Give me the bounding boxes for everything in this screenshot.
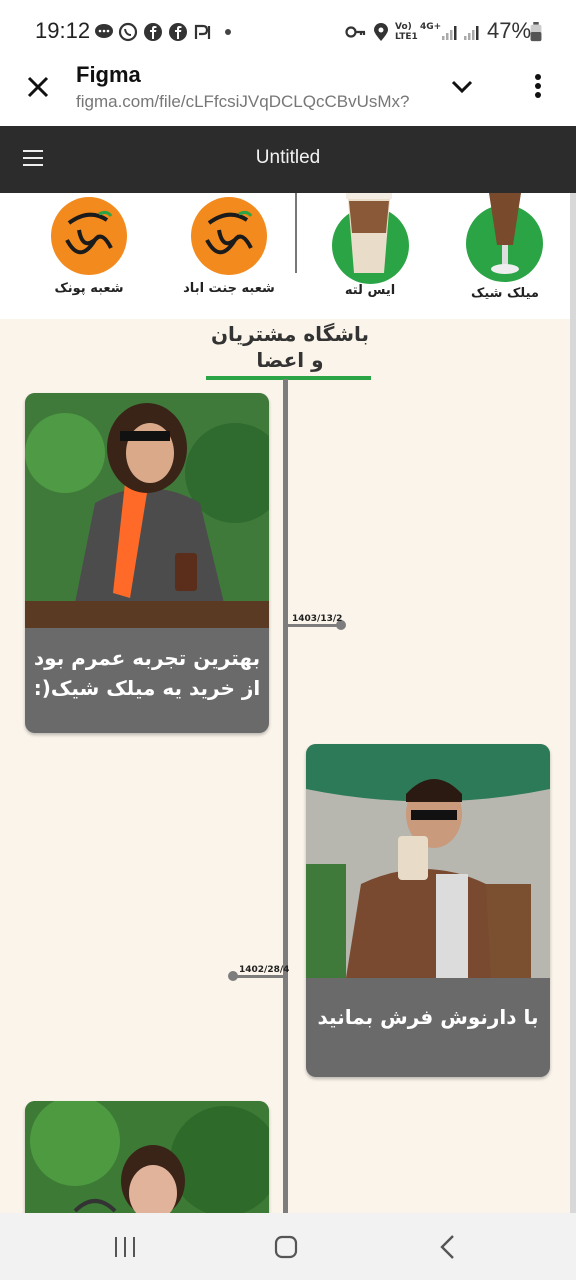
signal-icon xyxy=(464,26,479,40)
timeline-connector xyxy=(286,624,338,627)
branch-pounak-label: شعبه پونک xyxy=(54,281,124,296)
timeline-card[interactable] xyxy=(25,1101,269,1213)
p-notification-icon xyxy=(194,24,211,39)
chat-bubble-icon xyxy=(95,24,113,38)
dot-icon xyxy=(225,29,231,35)
network-label: Vo) LTE1 xyxy=(395,22,418,42)
key-icon xyxy=(345,26,366,38)
browser-url[interactable]: figma.com/file/cLFfcsiJVqDCLQcCBvUsMx? xyxy=(76,92,426,112)
timeline-card-text: بهترین تجربه عمرم بود از خرید یه میلک شی… xyxy=(33,646,261,700)
customer-photo xyxy=(25,393,269,628)
section-title: باشگاه مشتریان و اعضا xyxy=(200,321,380,373)
timeline-dot xyxy=(228,971,238,981)
battery-percent: 47% xyxy=(487,18,532,43)
timeline-date: 1403/13/2 xyxy=(292,614,343,624)
darnoush-logo-icon xyxy=(205,210,253,255)
milkshake-label: میلک شیک xyxy=(471,286,539,301)
facebook-icon xyxy=(144,23,162,41)
branch-janat-abad-label: شعبه جنت اباد xyxy=(183,281,275,296)
more-options-icon[interactable] xyxy=(528,73,548,99)
chevron-down-icon[interactable] xyxy=(450,78,474,96)
status-time: 19:12 xyxy=(35,18,91,43)
vertical-scrollbar[interactable] xyxy=(570,193,576,1213)
timeline-date: 1402/28/4 xyxy=(239,965,290,975)
ice-latte-label: ایس لته xyxy=(344,283,396,298)
home-icon[interactable] xyxy=(274,1235,298,1259)
timeline-line xyxy=(283,379,288,1213)
prototype-canvas[interactable]: میلک شیک ایس لته شعبه جنت اباد شعبه پونک… xyxy=(0,193,570,1213)
figma-file-title: Untitled xyxy=(255,147,321,168)
section-title-line1: باشگاه مشتریان xyxy=(210,322,370,346)
ice-latte-cup-icon xyxy=(346,193,392,273)
customer-photo xyxy=(25,1101,269,1213)
timeline-connector xyxy=(233,975,285,978)
back-icon[interactable] xyxy=(438,1234,458,1260)
milkshake-glass-icon xyxy=(489,193,521,274)
timeline-card[interactable]: بهترین تجربه عمرم بود از خرید یه میلک شی… xyxy=(25,393,269,733)
recent-apps-icon[interactable] xyxy=(113,1236,137,1258)
title-underline xyxy=(206,376,371,380)
network-type: 4G+ xyxy=(420,22,442,32)
darnoush-logo-icon xyxy=(65,210,113,255)
close-icon[interactable] xyxy=(26,75,50,99)
whatsapp-icon xyxy=(118,22,138,42)
customer-photo xyxy=(306,744,550,978)
location-icon xyxy=(374,23,388,41)
section-title-line2: و اعضا xyxy=(256,348,324,372)
browser-page-title: Figma xyxy=(76,62,141,87)
divider xyxy=(295,193,297,273)
timeline-card[interactable]: با دارنوش فرش بمانید xyxy=(306,744,550,1077)
battery-icon xyxy=(530,22,542,42)
timeline-card-text: با دارنوش فرش بمانید xyxy=(317,1005,539,1029)
facebook-icon xyxy=(169,23,187,41)
signal-icon xyxy=(442,26,457,40)
